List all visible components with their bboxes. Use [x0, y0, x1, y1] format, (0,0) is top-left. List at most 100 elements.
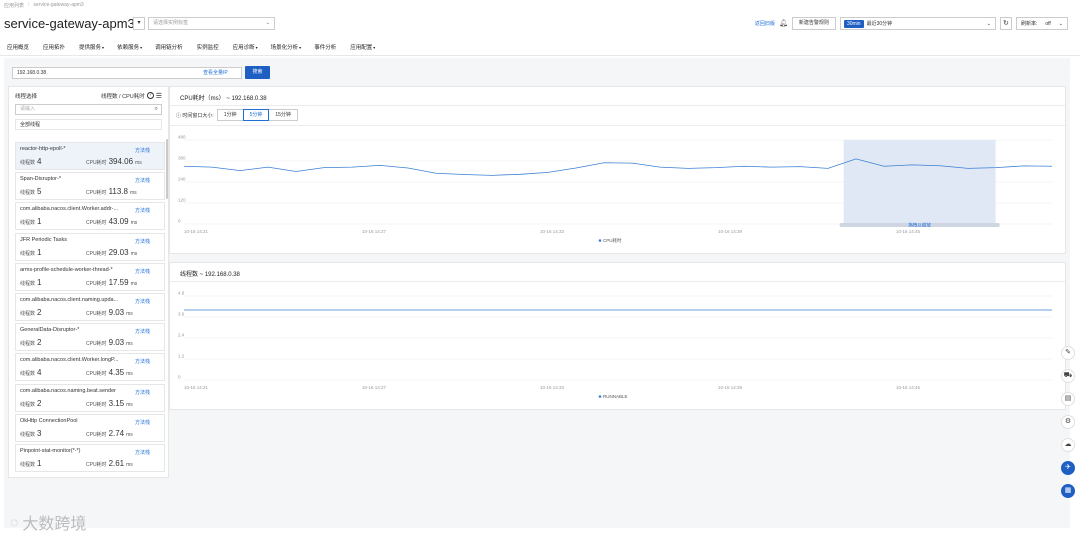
- grid-icon[interactable]: ▦: [1061, 484, 1075, 498]
- legend-label: RUNNABLE: [603, 394, 628, 399]
- thread-name: JFR Periodic Tasks: [20, 236, 67, 243]
- thread-cpu-unit: ms: [126, 310, 133, 317]
- thread-name: OkHttp ConnectionPool: [20, 417, 78, 424]
- thread-cpu: CPU耗时 113.8 ms: [86, 187, 137, 196]
- thread-sort[interactable]: 线程数 / CPU耗时 ? ☰: [101, 92, 162, 100]
- x-tick-label: 10-16 14:33: [540, 229, 565, 234]
- thread-cpu-value: 43.09: [108, 217, 129, 227]
- view-all-ip-link[interactable]: 查看全量IP: [203, 68, 228, 78]
- doc-icon[interactable]: ▤: [1061, 392, 1075, 406]
- thread-count-value: 2: [37, 307, 42, 317]
- search-button[interactable]: 搜索: [245, 66, 270, 79]
- instance-tag-placeholder: 请选择实例标签: [153, 20, 189, 26]
- method-stack-link[interactable]: 方法栈: [135, 207, 150, 214]
- method-stack-link[interactable]: 方法栈: [135, 419, 150, 426]
- gear-icon[interactable]: ⚙: [1061, 415, 1075, 429]
- thread-item[interactable]: com.alibaba.nacos.client.naming.upda... 方…: [15, 292, 165, 321]
- thread-cpu-label: CPU耗时: [86, 190, 107, 197]
- watermark-logo-icon: ◌: [10, 514, 19, 530]
- chevron-down-icon: ▾: [299, 45, 302, 50]
- chevron-down-icon: ▾: [255, 45, 258, 50]
- top-toolbar: 返回旧版 🔔︎ 新建告警规则 30min 最近30分钟 ⌄ ↻ 刷新率: off…: [755, 17, 1068, 30]
- thread-cpu-label: CPU耗时: [86, 371, 107, 378]
- method-stack-link[interactable]: 方法栈: [135, 328, 150, 335]
- method-stack-link[interactable]: 方法栈: [135, 268, 150, 275]
- app-switch-button[interactable]: ▾: [133, 17, 145, 30]
- thread-count-value: 4: [37, 368, 42, 378]
- thread-item[interactable]: reactor-http-epoll-* 方法栈 线程数 4 CPU耗时 394.06 ms: [15, 142, 165, 170]
- ip-search-input[interactable]: 192.168.0.38 查看全量IP: [12, 67, 242, 79]
- method-stack-link[interactable]: 方法栈: [135, 358, 150, 365]
- instance-tag-select[interactable]: 请选择实例标签 ⌄: [148, 17, 275, 30]
- sort-icon[interactable]: ☰: [156, 92, 162, 100]
- time-window-label: ⓘ 时间窗口大小:: [176, 112, 214, 119]
- plane-icon[interactable]: ✈: [1061, 461, 1075, 475]
- time-range-label: 最近30分钟: [866, 21, 893, 27]
- thread-cpu-label: CPU耗时: [86, 401, 107, 408]
- thread-cpu: CPU耗时 4.35 ms: [86, 368, 133, 377]
- cpu-chart[interactable]: 480 360 240 120 0 拖拽以缩放 10-16 14:21 10-16 14:27…: [170, 126, 1065, 254]
- method-stack-link[interactable]: 方法栈: [135, 449, 150, 456]
- thread-item[interactable]: OkHttp ConnectionPool 方法栈 线程数 3 CPU耗时 2.74 ms: [15, 413, 165, 442]
- thread-panel-header: 线程选择 线程数 / CPU耗时 ? ☰: [9, 87, 168, 104]
- thread-item[interactable]: arms-profile-schedule-worker-thread-* 方法栈…: [15, 262, 165, 291]
- bell-cloud-icon[interactable]: ☁: [1061, 438, 1075, 452]
- thread-item[interactable]: com.alibaba.nacos.naming.beat.sender 方法栈线…: [15, 383, 165, 412]
- thread-cpu-unit: ms: [126, 431, 133, 438]
- method-stack-link[interactable]: 方法栈: [135, 177, 150, 184]
- thread-count: 线程数 2: [20, 308, 41, 317]
- breadcrumb-root[interactable]: 应用列表: [4, 2, 24, 9]
- thread-search-input[interactable]: 请输入 ⌕: [15, 104, 162, 115]
- method-stack-link[interactable]: 方法栈: [135, 298, 150, 305]
- thread-count-card: 线程数 ~ 192.168.0.38 4.8 3.6 2.4 1.2 0 10-16 14…: [169, 262, 1066, 410]
- thread-count-value: 1: [37, 247, 42, 257]
- y-tick-label: 120: [178, 198, 186, 203]
- method-stack-link[interactable]: 方法栈: [135, 389, 150, 396]
- chevron-down-icon: ▾: [373, 45, 376, 50]
- refresh-rate-select[interactable]: 刷新率: off ⌄: [1015, 17, 1068, 30]
- thread-item[interactable]: Pinpoint-stat-monitor(*-*) 方法栈 线程数 1 CPU耗时 2.…: [15, 443, 165, 472]
- edit-icon[interactable]: ✎: [1061, 346, 1075, 360]
- all-threads-item[interactable]: 全部线程: [15, 119, 162, 130]
- thread-item[interactable]: GeneralData-Disruptor-* 方法栈 线程数 2 CPU耗时 9.03 m…: [15, 323, 165, 352]
- time-range-select[interactable]: 30min 最近30分钟 ⌄: [839, 17, 996, 30]
- method-stack-link[interactable]: 方法栈: [135, 238, 150, 245]
- nav-item[interactable]: 应用概览: [0, 42, 36, 54]
- thread-item[interactable]: com.alibaba.nacos.client.Worker.longP...…: [15, 353, 165, 382]
- help-icon[interactable]: ?: [146, 92, 154, 99]
- nav-item[interactable]: 调用链分析: [148, 42, 190, 54]
- back-old-version-link[interactable]: 返回旧版: [755, 20, 775, 27]
- thread-count-label: 线程数: [20, 371, 36, 378]
- window-5min-button[interactable]: 5分钟: [242, 109, 270, 121]
- thread-count-title: 线程数 ~ 192.168.0.38: [180, 272, 240, 278]
- thread-cpu-unit: ms: [126, 341, 133, 348]
- thread-item[interactable]: Span-Disruptor-* 方法栈 线程数 5 CPU耗时 113.8 ms: [15, 172, 165, 201]
- breadcrumb-current: service-gateway-apm3: [33, 2, 84, 8]
- nav-item[interactable]: 事件分析: [307, 42, 343, 54]
- thread-count: 线程数 4: [20, 157, 41, 166]
- thread-list-scrollbar[interactable]: [166, 139, 168, 199]
- method-stack-link[interactable]: 方法栈: [135, 147, 150, 154]
- thread-search-placeholder: 请输入: [20, 106, 36, 112]
- window-15min-button[interactable]: 15分钟: [268, 109, 298, 121]
- bell-icon[interactable]: 🔔︎: [779, 19, 788, 28]
- brush-label: 拖拽以缩放: [908, 222, 931, 229]
- thread-count-chart[interactable]: 4.8 3.6 2.4 1.2 010-16 14:21 10-16 14:27 10-16…: [170, 282, 1065, 410]
- thread-cpu-label: CPU耗时: [86, 160, 107, 166]
- new-alert-rule-button[interactable]: 新建告警规则: [791, 17, 836, 30]
- thread-item[interactable]: JFR Periodic Tasks 方法栈 线程数 1 CPU耗时 29.03 ms: [15, 232, 165, 261]
- brush-area[interactable]: [843, 140, 996, 224]
- nav-item[interactable]: 应用拓扑: [36, 42, 72, 54]
- thread-item[interactable]: com.alibaba.nacos.client.Worker.addr-...…: [15, 202, 165, 231]
- nav-divider: [0, 55, 1080, 56]
- thread-cpu: CPU耗时 9.03 ms: [86, 308, 133, 317]
- refresh-button[interactable]: ↻: [999, 17, 1012, 30]
- cart-icon[interactable]: ⛟: [1061, 369, 1075, 383]
- thread-cpu-unit: ms: [130, 250, 138, 257]
- x-tick-label: 10-16 14:39: [718, 385, 743, 390]
- thread-count: 线程数 5: [20, 187, 41, 196]
- window-1min-button[interactable]: 1分钟: [216, 109, 244, 121]
- thread-cpu-label: CPU耗时: [86, 310, 107, 317]
- cpu-chart-card: CPU耗时（ms） ~ 192.168.0.38 ⓘ 时间窗口大小: 1分钟 5…: [169, 86, 1066, 254]
- nav-item[interactable]: 实例监控: [190, 42, 226, 54]
